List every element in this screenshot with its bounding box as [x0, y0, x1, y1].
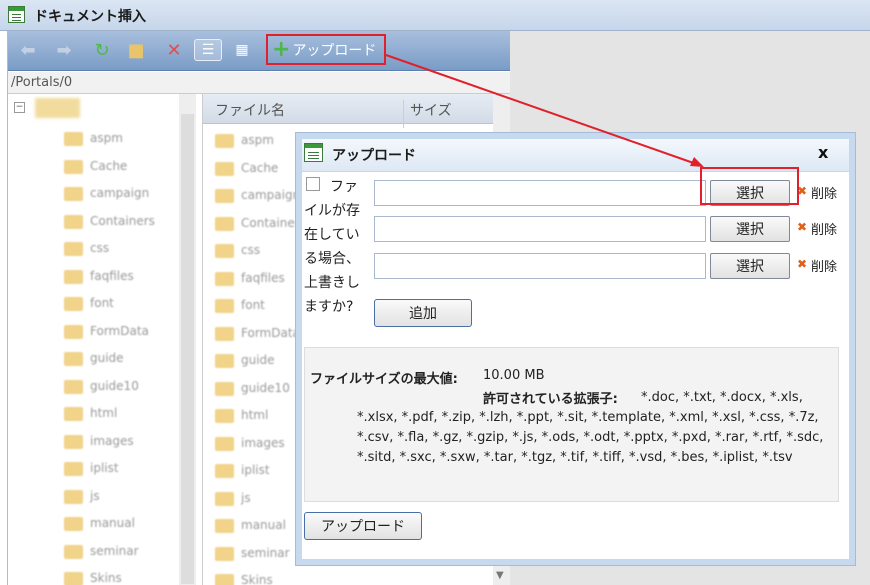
annotation-arrow	[385, 54, 704, 167]
